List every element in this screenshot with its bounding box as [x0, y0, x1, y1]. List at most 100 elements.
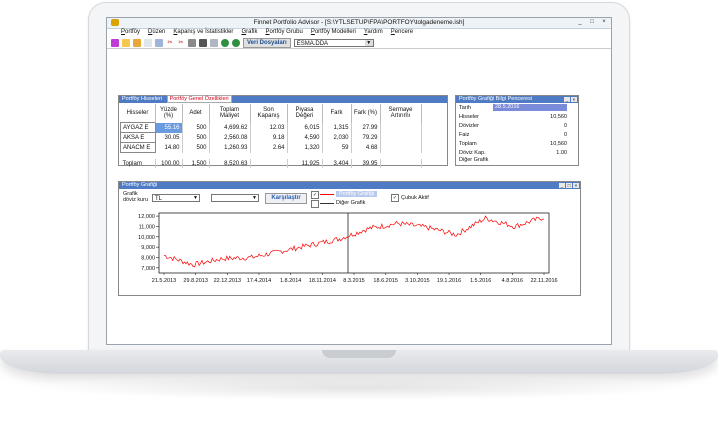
data-file-combo-value: ESMA.DDA [296, 41, 329, 47]
data-files-button[interactable]: Veri Dosyaları [243, 38, 291, 48]
col-sermaye-artirimi[interactable]: Sermaye Artırımı [380, 104, 422, 123]
cell-sermaye[interactable] [380, 142, 422, 153]
menu-duzen[interactable]: Düzen [148, 29, 165, 37]
info-minimize-button[interactable]: _ [564, 97, 570, 102]
cell-fark[interactable]: 1,315 [322, 122, 352, 133]
cell-adet[interactable]: 500 [182, 132, 210, 143]
cell-name[interactable]: ANACM E [120, 142, 156, 153]
table-row[interactable]: ANACM E 14.80 500 1,260.93 2.64 1,320 59… [120, 142, 422, 153]
total-piyasa: 11,925 [287, 159, 323, 168]
close-button[interactable]: × [599, 19, 609, 26]
chevron-down-icon: ▼ [364, 40, 373, 46]
print-icon[interactable] [144, 39, 152, 47]
cell-fark-yuzde[interactable]: 4.68 [351, 142, 381, 153]
cell-maliyet[interactable]: 2,560.08 [209, 132, 251, 143]
holdings-header-row: Hisseler Yüzde (%) Adet Toplam Maliyet S… [120, 104, 422, 123]
back-icon[interactable] [221, 39, 229, 47]
cell-sermaye[interactable] [380, 132, 422, 143]
table-row[interactable]: AKSA E 30.05 500 2,560.08 9.18 4,590 2,0… [120, 132, 422, 143]
info-row-label: Dövizler [459, 123, 479, 129]
col-hisseler[interactable]: Hisseler [120, 104, 156, 123]
cell-kapanis[interactable]: 12.03 [250, 122, 288, 133]
cell-name[interactable]: AYGAZ E [120, 122, 156, 133]
total-maliyet: 8,520.63 [209, 159, 251, 168]
cell-fark[interactable]: 59 [322, 142, 352, 153]
x-tick-label: 18.6.2015 [373, 278, 397, 284]
cell-kapanis[interactable]: 9.18 [250, 132, 288, 143]
minimize-button[interactable]: _ [575, 19, 585, 26]
col-son-kapanis[interactable]: Son Kapanış [250, 104, 288, 123]
forward-icon[interactable] [232, 39, 240, 47]
cell-sermaye[interactable] [380, 122, 422, 133]
info-row: Toplam 10,560 [459, 140, 567, 149]
menu-portfoy-modelleri[interactable]: Portföy Modelleri [311, 29, 356, 37]
col-fark[interactable]: Fark [322, 104, 352, 123]
cell-piyasa[interactable]: 4,590 [287, 132, 323, 143]
col-fark-yuzde[interactable]: Fark (%) [351, 104, 381, 123]
chart-minimize-button[interactable]: _ [559, 183, 565, 188]
cell-adet[interactable]: 500 [182, 122, 210, 133]
cell-piyasa[interactable]: 1,320 [287, 142, 323, 153]
col-adet[interactable]: Adet [182, 104, 210, 123]
compare-select[interactable]: ▼ [211, 194, 259, 202]
new-icon[interactable] [111, 39, 119, 47]
compare-button[interactable]: Karşılaştır [265, 193, 307, 204]
currency-select-value: TL [155, 196, 163, 202]
cell-adet[interactable]: 500 [182, 142, 210, 153]
save-icon[interactable] [199, 39, 207, 47]
cell-yuzde[interactable]: 55.16 [155, 122, 183, 133]
maximize-button[interactable]: □ [587, 19, 597, 26]
folder-icon[interactable] [133, 39, 141, 47]
cell-yuzde[interactable]: 14.80 [155, 142, 183, 153]
scissors-icon[interactable]: ✂ [177, 39, 185, 47]
cut-icon[interactable]: ✂ [166, 39, 174, 47]
app-window: Finnet Portfolio Advisor - [S:\YTLSETUP\… [106, 17, 612, 345]
menu-grafik[interactable]: Grafik [241, 29, 257, 37]
portfolio-chart[interactable]: 12,000 11,000 10,000 9,000 8,000 7,000 21.5.20… [119, 210, 580, 296]
x-tick-label: 3.10.2015 [405, 278, 429, 284]
info-row: Diğer Grafik [459, 156, 567, 165]
menu-pencere[interactable]: Pencere [391, 29, 413, 37]
bar-active-label: Çubuk Aktif [401, 195, 429, 201]
table-icon[interactable] [210, 39, 218, 47]
other-legend-label: Diğer Grafik [336, 200, 366, 206]
title-bar: Finnet Portfolio Advisor - [S:\YTLSETUP\… [107, 18, 611, 29]
col-piyasa-degeri[interactable]: Piyasa Değeri [287, 104, 323, 123]
cell-maliyet[interactable]: 4,699.62 [209, 122, 251, 133]
total-row: Toplam 100.00 1,500 8,520.63 11,925 3,40… [120, 159, 422, 168]
chart-maximize-button[interactable]: □ [566, 183, 572, 188]
info-close-button[interactable]: × [571, 97, 577, 102]
currency-label: Grafik döviz kuru [123, 191, 149, 203]
col-yuzde[interactable]: Yüzde (%) [155, 104, 183, 123]
info-row-value: 10,560 [550, 141, 567, 147]
open-folder-icon[interactable] [122, 39, 130, 47]
tab-general-properties[interactable]: Portföy Genel Özellikleri [166, 95, 232, 103]
data-file-combo[interactable]: ESMA.DDA ▼ [293, 39, 374, 47]
menu-portfoy-grubu[interactable]: Portföy Grubu [265, 29, 302, 37]
cell-maliyet[interactable]: 1,260.93 [209, 142, 251, 153]
bar-active-checkbox[interactable]: ✓ [391, 194, 399, 202]
cell-name[interactable]: AKSA E [120, 132, 156, 143]
menu-portfoy[interactable]: Portföy [121, 29, 140, 37]
col-toplam-maliyet[interactable]: Toplam Maliyet [209, 104, 251, 123]
x-tick-label: 21.5.2013 [152, 278, 176, 284]
chart-close-button[interactable]: × [573, 183, 579, 188]
table-row[interactable]: AYGAZ E 55.16 500 4,699.62 12.03 6,015 1… [120, 122, 422, 133]
menu-yardim[interactable]: Yardım [364, 29, 383, 37]
portfolio-chart-checkbox[interactable]: ✓ [311, 191, 319, 199]
holdings-table: Hisseler Yüzde (%) Adet Toplam Maliyet S… [120, 104, 422, 168]
currency-select[interactable]: TL ▼ [152, 194, 200, 202]
cell-fark-yuzde[interactable]: 27.99 [351, 122, 381, 133]
cell-kapanis[interactable]: 2.64 [250, 142, 288, 153]
cell-fark[interactable]: 2,030 [322, 132, 352, 143]
other-chart-checkbox[interactable] [311, 200, 319, 208]
menu-kapanis[interactable]: Kapanış ve İstatistikler [173, 29, 233, 37]
cell-yuzde[interactable]: 30.05 [155, 132, 183, 143]
x-tick-label: 1.8.2014 [280, 278, 301, 284]
x-tick-label: 22.11.2016 [530, 278, 557, 284]
cell-fark-yuzde[interactable]: 79.29 [351, 132, 381, 143]
y-tick-label: 7,000 [141, 266, 155, 272]
chart-icon[interactable] [188, 39, 196, 47]
cell-piyasa[interactable]: 6,015 [287, 122, 323, 133]
document-icon[interactable] [155, 39, 163, 47]
